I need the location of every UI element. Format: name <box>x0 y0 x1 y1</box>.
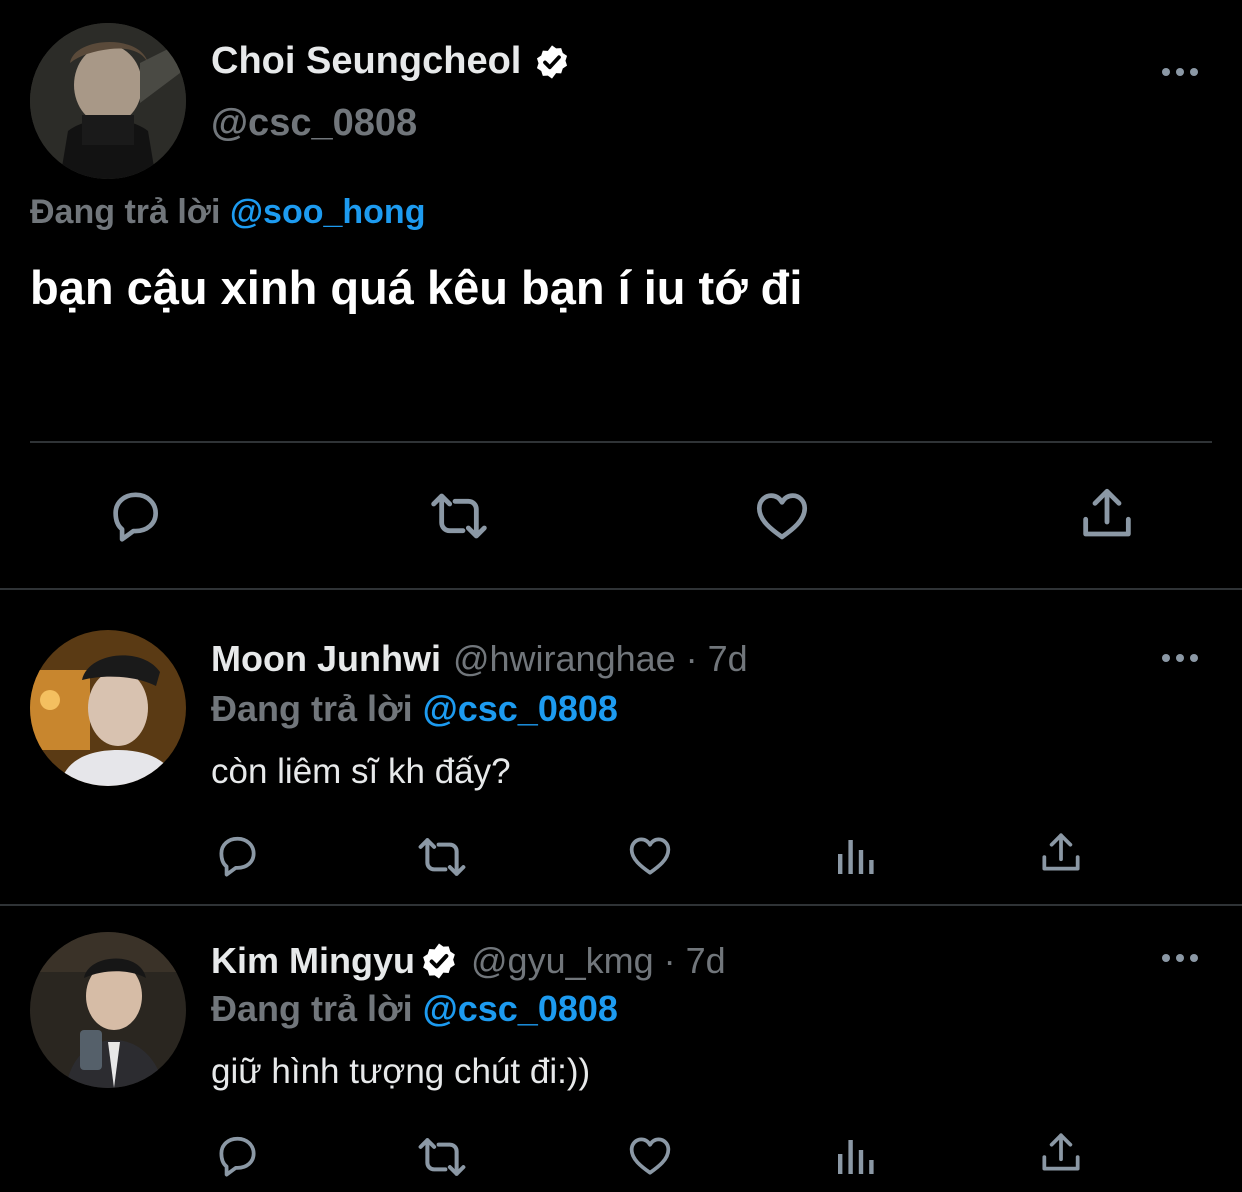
more-options-icon[interactable] <box>1160 652 1200 664</box>
main-tweet: Choi Seungcheol @csc_0808 Đang trả lời @… <box>0 0 1242 588</box>
more-options-icon[interactable] <box>1160 952 1200 964</box>
tweet-actions <box>0 482 1242 552</box>
reply-header: Kim Mingyu @gyu_kmg · 7d <box>211 940 726 982</box>
author-name-row: Choi Seungcheol <box>211 40 571 83</box>
tweet-text: giữ hình tượng chút đi:)) <box>211 1052 591 1091</box>
retweet-icon[interactable] <box>415 1130 469 1184</box>
replying-to-label: Đang trả lời <box>211 988 413 1029</box>
timestamp[interactable]: 7d <box>708 638 748 680</box>
verified-badge-icon <box>533 43 571 81</box>
author-name[interactable]: Kim Mingyu <box>211 940 415 982</box>
more-options-icon[interactable] <box>1160 66 1200 78</box>
avatar-photo <box>30 630 186 786</box>
like-icon[interactable] <box>625 830 675 880</box>
separator: · <box>663 940 676 981</box>
replying-to-mention[interactable]: @csc_0808 <box>423 688 618 729</box>
author-name[interactable]: Choi Seungcheol <box>211 40 521 83</box>
share-icon[interactable] <box>1036 1128 1086 1178</box>
author-handle[interactable]: @csc_0808 <box>211 102 417 145</box>
replying-to: Đang trả lời @csc_0808 <box>211 688 618 730</box>
replying-to-label: Đang trả lời <box>211 688 413 729</box>
reply-icon[interactable] <box>212 830 262 880</box>
analytics-icon[interactable] <box>832 832 880 880</box>
author-name[interactable]: Moon Junhwi <box>211 638 441 680</box>
reply-header: Moon Junhwi @hwiranghae · 7d <box>211 638 748 680</box>
reply-tweet[interactable]: Moon Junhwi @hwiranghae · 7d Đang trả lờ… <box>0 590 1242 904</box>
replying-to-mention[interactable]: @soo_hong <box>230 193 426 231</box>
reply-tweet[interactable]: Kim Mingyu @gyu_kmg · 7d Đang trả lời @c… <box>0 906 1242 1192</box>
avatar-photo <box>30 23 186 179</box>
replying-to: Đang trả lời @soo_hong <box>30 193 425 232</box>
timestamp[interactable]: 7d <box>686 940 726 982</box>
separator: · <box>685 638 698 679</box>
like-icon[interactable] <box>625 1130 675 1180</box>
like-icon[interactable] <box>751 484 813 546</box>
verified-badge-icon <box>419 941 459 981</box>
avatar[interactable] <box>30 932 186 1088</box>
share-icon[interactable] <box>1075 482 1139 546</box>
author-handle[interactable]: @gyu_kmg <box>471 940 654 982</box>
reply-icon[interactable] <box>104 484 166 546</box>
retweet-icon[interactable] <box>415 830 469 884</box>
retweet-icon[interactable] <box>427 484 491 548</box>
divider <box>30 441 1212 443</box>
avatar[interactable] <box>30 630 186 786</box>
avatar-photo <box>30 932 186 1088</box>
share-icon[interactable] <box>1036 828 1086 878</box>
tweet-thread: Choi Seungcheol @csc_0808 Đang trả lời @… <box>0 0 1242 1192</box>
replying-to-label: Đang trả lời <box>30 193 221 231</box>
reply-icon[interactable] <box>212 1130 262 1180</box>
tweet-text: bạn cậu xinh quá kêu bạn í iu tớ đi <box>30 261 803 314</box>
replying-to: Đang trả lời @csc_0808 <box>211 988 618 1030</box>
author-handle[interactable]: @hwiranghae <box>453 638 676 680</box>
replying-to-mention[interactable]: @csc_0808 <box>423 988 618 1029</box>
analytics-icon[interactable] <box>832 1132 880 1180</box>
avatar[interactable] <box>30 23 186 179</box>
tweet-text: còn liêm sĩ kh đấy? <box>211 752 511 791</box>
